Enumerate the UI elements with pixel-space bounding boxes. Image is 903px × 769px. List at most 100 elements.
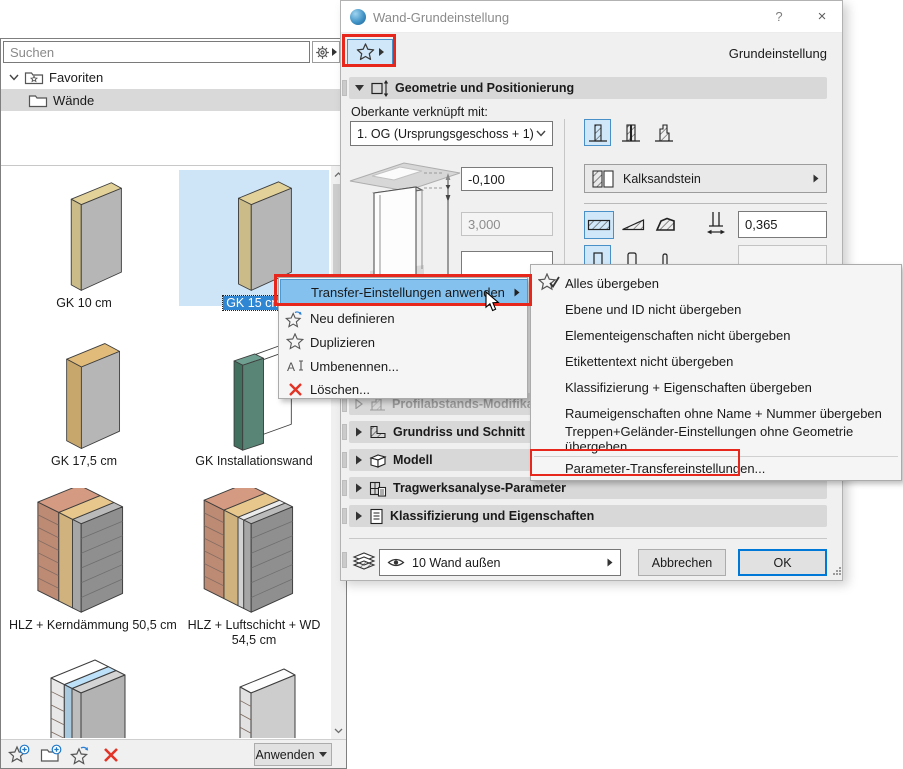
wall-height-input[interactable]	[461, 212, 553, 236]
submenu-item-label: Etikettentext nicht übergeben	[565, 353, 734, 369]
wall-composite-button[interactable]	[617, 119, 644, 146]
section-classification[interactable]: Klassifizierung und Eigenschaften	[349, 505, 827, 527]
delete-favorite-button[interactable]	[99, 744, 123, 766]
expand-arrow-icon	[356, 455, 362, 465]
resize-grip[interactable]	[833, 567, 841, 575]
menu-item-rename[interactable]: A Umbenennen...	[280, 354, 526, 378]
expand-arrow-icon	[356, 511, 362, 521]
mode-label: Grundeinstellung	[728, 46, 827, 61]
search-input[interactable]	[3, 41, 310, 63]
panel-grip[interactable]	[342, 508, 347, 524]
wall-thickness-input[interactable]	[738, 211, 827, 238]
wall-thumbnail	[203, 488, 294, 613]
submenu-item-label: Alles übergeben	[565, 275, 659, 291]
favorite-label: HLZ + Kerndämmung 50,5 cm	[9, 618, 177, 632]
screen: Favoriten Wände GK 10 cm GK 15 cm GK 17,…	[0, 0, 903, 769]
favorite-item[interactable]: GK 10 cm	[9, 170, 159, 311]
top-link-label: Oberkante verknüpft mit:	[351, 105, 488, 119]
favorite-item[interactable]: HLZ + Kerndämmung 50,5 cm	[9, 488, 177, 633]
mouse-cursor	[485, 291, 502, 313]
wall-thumbnail	[50, 659, 126, 738]
favorite-item[interactable]	[179, 655, 329, 738]
redefine-favorite-button[interactable]	[69, 744, 93, 766]
panel-grip[interactable]	[342, 452, 347, 468]
menu-item-label: Umbenennen...	[310, 358, 399, 374]
double-sloped-wall-button[interactable]	[652, 211, 682, 239]
favorite-item[interactable]	[9, 655, 159, 738]
tree-item-waende[interactable]: Wände	[1, 89, 346, 111]
material-label: Kalksandstein	[623, 171, 701, 186]
gear-icon	[315, 45, 330, 60]
section-label: Modell	[393, 453, 433, 467]
wall-basic-button[interactable]	[584, 119, 611, 146]
story-select[interactable]: 1. OG (Ursprungsgeschoss + 1)	[350, 121, 553, 146]
wall-thumbnail	[37, 488, 124, 613]
cancel-button[interactable]: Abbrechen	[638, 549, 726, 576]
new-folder-button[interactable]	[39, 744, 63, 766]
menu-item-label: Neu definieren	[310, 310, 395, 326]
menu-item-label: Löschen...	[310, 381, 370, 397]
tree-item-favorites[interactable]: Favoriten	[1, 66, 346, 88]
panel-grip[interactable]	[342, 80, 347, 96]
submenu-item-no-element-properties[interactable]: Elementeigenschaften nicht übergeben	[533, 322, 899, 348]
favorite-label: GK 17,5 cm	[51, 454, 117, 468]
flyout-arrow-icon	[607, 558, 613, 567]
top-offset-input[interactable]	[461, 167, 553, 191]
flyout-arrow-icon	[813, 174, 819, 183]
wall-thumbnail	[239, 668, 296, 738]
tree-item-label: Wände	[53, 92, 95, 108]
favorites-thumbnail-list: GK 10 cm GK 15 cm GK 17,5 cm GK Installa…	[1, 165, 346, 739]
panel-grip[interactable]	[342, 552, 347, 568]
help-button[interactable]: ?	[769, 9, 789, 24]
submenu-item-no-label-text[interactable]: Etikettentext nicht übergeben	[533, 348, 899, 374]
divider	[349, 538, 827, 539]
wall-height-illustration	[349, 162, 461, 278]
ok-button[interactable]: OK	[738, 549, 827, 576]
expand-arrow-icon	[356, 427, 362, 437]
panel-grip[interactable]	[342, 424, 347, 440]
straight-wall-button[interactable]	[584, 211, 614, 239]
new-favorite-button[interactable]	[7, 744, 31, 766]
submenu-item-zone-properties[interactable]: Raumeigenschaften ohne Name + Nummer übe…	[533, 400, 899, 426]
building-material-select[interactable]: Kalksandstein	[584, 164, 827, 193]
star-check-icon	[538, 273, 560, 292]
section-label: Geometrie und Positionierung	[395, 81, 575, 95]
tree-item-label: Favoriten	[49, 69, 104, 85]
favorite-label: GK 10 cm	[56, 296, 112, 310]
apply-button[interactable]: Anwenden	[254, 743, 316, 766]
menu-item-duplicate[interactable]: Duplizieren	[280, 330, 526, 354]
material-icon	[592, 169, 614, 188]
search-settings-button[interactable]	[312, 41, 340, 63]
folder-icon	[28, 93, 48, 108]
submenu-item-classification-properties[interactable]: Klassifizierung + Eigenschaften übergebe…	[533, 374, 899, 400]
section-label: Grundriss und Schnitt	[393, 425, 525, 439]
submenu-item-transfer-all[interactable]: Alles übergeben	[533, 270, 899, 296]
dialog-titlebar[interactable]: Wand-Grundeinstellung ? ×	[341, 1, 842, 33]
favorite-label: GK Installationswand	[195, 454, 313, 468]
rename-icon: A	[280, 358, 310, 374]
annotation-box	[530, 449, 740, 476]
wall-profile-button[interactable]	[650, 119, 677, 146]
submenu-item-label: Raumeigenschaften ohne Name + Nummer übe…	[565, 405, 882, 421]
favorites-toolbar: Anwenden	[1, 739, 346, 768]
favorite-item[interactable]: HLZ + Luftschicht + WD 54,5 cm	[179, 488, 329, 648]
dialog-title: Wand-Grundeinstellung	[373, 10, 510, 25]
chevron-down-icon[interactable]	[9, 74, 19, 81]
submenu-item-label: Ebene und ID nicht übergeben	[565, 301, 742, 317]
menu-item-label: Duplizieren	[310, 334, 376, 350]
delete-icon	[280, 382, 310, 397]
section-geometry[interactable]: Geometrie und Positionierung	[349, 77, 827, 99]
eye-icon	[387, 558, 405, 567]
apply-options-arrow[interactable]	[315, 743, 332, 766]
favorites-panel: Favoriten Wände GK 10 cm GK 15 cm GK 17,…	[0, 38, 347, 769]
menu-item-delete[interactable]: Löschen...	[280, 377, 526, 401]
scroll-down-button[interactable]	[331, 722, 346, 739]
section-label: Klassifizierung und Eigenschaften	[390, 509, 595, 523]
layer-select[interactable]: 10 Wand außen	[379, 549, 621, 576]
close-button[interactable]: ×	[811, 8, 833, 25]
submenu-item-label: Elementeigenschaften nicht übergeben	[565, 327, 791, 343]
favorite-item[interactable]: GK 17,5 cm	[9, 334, 159, 469]
sloped-wall-button[interactable]	[618, 211, 648, 239]
submenu-item-no-layer-id[interactable]: Ebene und ID nicht übergeben	[533, 296, 899, 322]
panel-grip[interactable]	[342, 480, 347, 496]
